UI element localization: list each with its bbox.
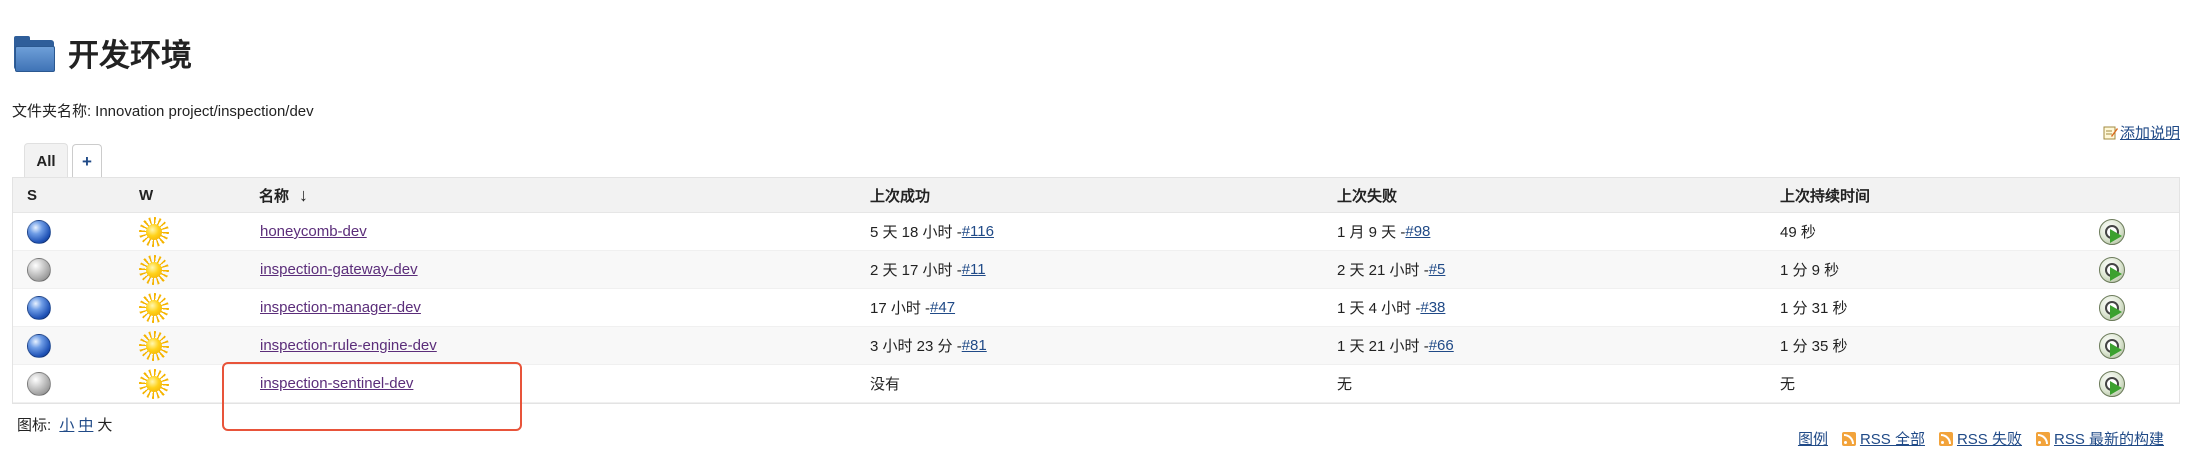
job-link[interactable]: honeycomb-dev xyxy=(260,223,367,240)
rss-icon xyxy=(1841,431,1856,446)
status-ball-icon xyxy=(27,257,51,282)
duration-cell: 1 分 9 秒 xyxy=(1780,262,1840,279)
header-last-success[interactable]: 上次成功 xyxy=(870,178,930,212)
add-description-link[interactable]: 添加说明 xyxy=(2120,122,2180,143)
schedule-build-icon[interactable] xyxy=(2099,332,2125,359)
last-failure-cell: 1 月 9 天 - #98 xyxy=(1337,223,1431,241)
rss-icon xyxy=(2035,431,2050,446)
view-tabs: All + xyxy=(24,143,102,178)
table-header: S W 名称 ↓ 上次成功 上次失败 上次持续时间 xyxy=(13,178,2179,213)
folder-name-label: 文件夹名称: xyxy=(12,103,92,120)
add-description[interactable]: 添加说明 xyxy=(2103,122,2180,143)
failure-build-link[interactable]: #98 xyxy=(1405,223,1430,240)
schedule-build-icon[interactable] xyxy=(2099,294,2125,321)
header-name[interactable]: 名称 ↓ xyxy=(259,178,308,212)
schedule-build-icon[interactable] xyxy=(2099,218,2125,245)
add-view-tab[interactable]: + xyxy=(72,144,102,178)
weather-sunny-icon xyxy=(139,292,169,323)
icon-size-small[interactable]: 小 xyxy=(59,417,74,434)
header-last-duration[interactable]: 上次持续时间 xyxy=(1780,178,1870,212)
success-build-link[interactable]: #116 xyxy=(962,223,994,240)
last-success-cell: 3 小时 23 分 - #81 xyxy=(870,337,987,355)
header-status[interactable]: S xyxy=(27,178,37,212)
weather-sunny-icon xyxy=(139,216,169,247)
schedule-build-icon[interactable] xyxy=(2099,256,2125,283)
last-success-cell: 5 天 18 小时 - #116 xyxy=(870,223,994,241)
rss-failures-link[interactable]: RSS 失败 xyxy=(1957,428,2022,449)
sort-arrow-icon: ↓ xyxy=(299,184,309,205)
job-link[interactable]: inspection-rule-engine-dev xyxy=(260,337,437,354)
status-ball-icon xyxy=(27,333,51,358)
tab-all[interactable]: All xyxy=(24,143,68,178)
duration-cell: 1 分 31 秒 xyxy=(1780,300,1848,317)
job-link[interactable]: inspection-gateway-dev xyxy=(260,261,418,278)
last-failure-cell: 1 天 21 小时 - #66 xyxy=(1337,337,1454,355)
success-build-link[interactable]: #81 xyxy=(962,337,987,354)
folder-path: Innovation project/inspection/dev xyxy=(95,103,314,120)
icon-size-large: 大 xyxy=(97,417,113,434)
last-failure-cell: 1 天 4 小时 - #38 xyxy=(1337,299,1446,317)
highlight-box xyxy=(222,362,522,431)
duration-cell: 无 xyxy=(1780,376,1796,393)
duration-cell: 49 秒 xyxy=(1780,224,1816,241)
icon-size-selector: 图标: 小中大 xyxy=(17,414,112,435)
table-row: inspection-rule-engine-dev 3 小时 23 分 - #… xyxy=(13,327,2179,365)
job-link[interactable]: inspection-manager-dev xyxy=(260,299,421,316)
table-row: inspection-manager-dev 17 小时 - #47 1 天 4… xyxy=(13,289,2179,327)
header-name-label: 名称 xyxy=(259,187,290,205)
table-row: inspection-gateway-dev 2 天 17 小时 - #11 2… xyxy=(13,251,2179,289)
legend-link[interactable]: 图例 xyxy=(1798,428,1828,449)
duration-cell: 1 分 35 秒 xyxy=(1780,338,1848,355)
weather-sunny-icon xyxy=(139,254,169,285)
edit-note-icon xyxy=(2103,125,2118,140)
rss-latest-link[interactable]: RSS 最新的构建 xyxy=(2054,428,2164,449)
success-build-link[interactable]: #11 xyxy=(962,261,986,278)
failure-build-link[interactable]: #66 xyxy=(1429,337,1454,354)
table-row: honeycomb-dev 5 天 18 小时 - #116 1 月 9 天 -… xyxy=(13,213,2179,251)
status-ball-icon xyxy=(27,219,51,244)
rss-all-link[interactable]: RSS 全部 xyxy=(1860,428,1925,449)
weather-sunny-icon xyxy=(139,368,169,399)
status-ball-icon xyxy=(27,371,51,396)
success-build-link[interactable]: #47 xyxy=(930,299,955,316)
schedule-build-icon[interactable] xyxy=(2099,370,2125,397)
page-title: 开发环境 xyxy=(68,38,192,74)
last-failure-cell: 无 xyxy=(1337,376,1353,393)
status-ball-icon xyxy=(27,295,51,320)
last-success-cell: 2 天 17 小时 - #11 xyxy=(870,261,986,279)
folder-name: 文件夹名称: Innovation project/inspection/dev xyxy=(12,100,314,121)
footer-links: 图例 RSS 全部 RSS 失败 RSS 最新的构建 xyxy=(1784,428,2164,449)
header-last-failure[interactable]: 上次失败 xyxy=(1337,178,1397,212)
folder-icon xyxy=(12,34,56,72)
weather-sunny-icon xyxy=(139,330,169,361)
failure-build-link[interactable]: #5 xyxy=(1429,261,1446,278)
rss-icon xyxy=(1938,431,1953,446)
last-failure-cell: 2 天 21 小时 - #5 xyxy=(1337,261,1446,279)
last-success-cell: 没有 xyxy=(870,376,901,393)
last-success-cell: 17 小时 - #47 xyxy=(870,299,956,317)
icon-size-label: 图标: xyxy=(17,417,52,434)
page-header: 开发环境 xyxy=(12,30,192,75)
header-weather[interactable]: W xyxy=(139,178,153,212)
icon-size-medium[interactable]: 中 xyxy=(78,417,93,434)
failure-build-link[interactable]: #38 xyxy=(1420,299,1445,316)
